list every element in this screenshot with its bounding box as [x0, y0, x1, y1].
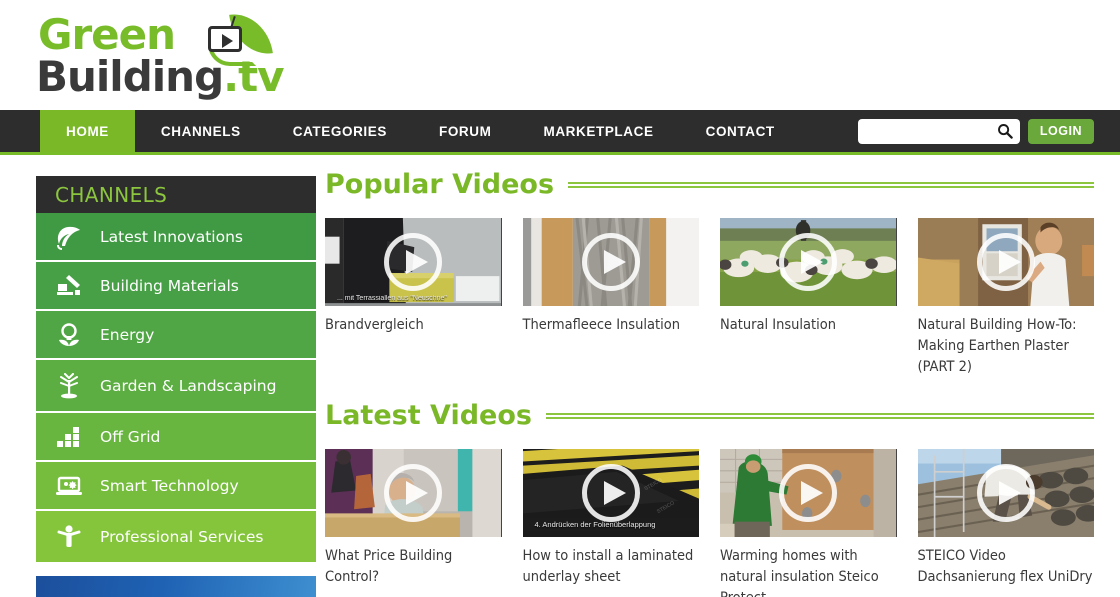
sidebar-item-garden-landscaping[interactable]: Garden & Landscaping [36, 360, 316, 413]
person-icon [52, 522, 86, 552]
video-thumbnail[interactable]: STEICO STEICO 4. Andrücken der Folienübe… [523, 449, 700, 537]
section-title-popular: Popular Videos [325, 169, 554, 200]
section-spacer [325, 378, 1094, 400]
page-body: CHANNELS Latest Innovations Building Mat… [0, 155, 1120, 597]
sidebar-item-smart-technology[interactable]: Smart Technology [36, 462, 316, 511]
nav-left-spacer [0, 110, 40, 152]
video-title[interactable]: Natural Insulation [720, 315, 897, 336]
play-button-icon[interactable] [779, 464, 837, 522]
sidebar-item-label: Building Materials [100, 277, 239, 295]
nav-item-marketplace[interactable]: MARKETPLACE [517, 110, 679, 152]
video-card[interactable]: ... mit Terrassiallen aus "Neuschne" Bra… [325, 218, 502, 378]
blue-promo-banner[interactable] [36, 576, 316, 597]
sidebar-item-label: Professional Services [100, 528, 263, 546]
video-card[interactable]: STEICO STEICO 4. Andrücken der Folienübe… [523, 449, 700, 597]
section-divider [546, 413, 1094, 419]
sidebar-item-label: Smart Technology [100, 477, 239, 495]
excavator-icon [52, 271, 86, 301]
logo-text-green: Green [38, 14, 175, 56]
play-button-icon[interactable] [384, 464, 442, 522]
site-header: Green Building.tv [0, 0, 1120, 110]
section-title-latest: Latest Videos [325, 400, 532, 431]
video-thumbnail[interactable] [523, 218, 700, 306]
popular-videos-grid: ... mit Terrassiallen aus "Neuschne" Bra… [325, 218, 1094, 378]
section-divider [568, 182, 1094, 188]
nav-item-contact[interactable]: CONTACT [680, 110, 801, 152]
section-header-latest: Latest Videos [325, 400, 1094, 431]
bar-blocks-icon [52, 422, 86, 452]
video-title[interactable]: What Price Building Control? [325, 546, 502, 588]
play-button-icon[interactable] [977, 464, 1035, 522]
video-thumbnail[interactable] [918, 218, 1095, 306]
site-logo[interactable]: Green Building.tv [36, 8, 296, 104]
nav-item-channels[interactable]: CHANNELS [135, 110, 267, 152]
video-thumbnail[interactable] [720, 449, 897, 537]
video-title[interactable]: How to install a laminated underlay shee… [523, 546, 700, 588]
nav-item-categories[interactable]: CATEGORIES [267, 110, 413, 152]
video-card[interactable]: What Price Building Control? [325, 449, 502, 597]
sidebar-item-building-materials[interactable]: Building Materials [36, 262, 316, 311]
play-button-icon[interactable] [582, 233, 640, 291]
play-button-icon[interactable] [779, 233, 837, 291]
logo-building-word: Building [36, 52, 223, 101]
sidebar-item-label: Energy [100, 326, 154, 344]
sprout-icon [52, 371, 86, 401]
sidebar-item-latest-innovations[interactable]: Latest Innovations [36, 213, 316, 262]
video-card[interactable]: Natural Building How-To: Making Earthen … [918, 218, 1095, 378]
main-navigation: HOME CHANNELS CATEGORIES FORUM MARKETPLA… [0, 110, 1120, 155]
nav-item-home[interactable]: HOME [40, 110, 135, 152]
sidebar-item-label: Off Grid [100, 428, 160, 446]
video-card[interactable]: Natural Insulation [720, 218, 897, 378]
lightbulb-leaf-icon [52, 320, 86, 350]
video-card[interactable]: Thermafleece Insulation [523, 218, 700, 378]
video-title[interactable]: Brandvergleich [325, 315, 502, 336]
sidebar-item-label: Garden & Landscaping [100, 377, 276, 395]
video-title[interactable]: STEICO Video Dachsanierung flex UniDry [918, 546, 1095, 588]
video-title[interactable]: Warming homes with natural insulation St… [720, 546, 897, 597]
sidebar-item-professional-services[interactable]: Professional Services [36, 511, 316, 562]
video-title[interactable]: Thermafleece Insulation [523, 315, 700, 336]
sidebar-item-label: Latest Innovations [100, 228, 243, 246]
play-button-icon[interactable] [582, 464, 640, 522]
latest-videos-grid: What Price Building Control? [325, 449, 1094, 597]
play-button-icon[interactable] [384, 233, 442, 291]
sidebar-item-off-grid[interactable]: Off Grid [36, 413, 316, 462]
video-thumbnail[interactable] [325, 449, 502, 537]
search-input[interactable] [858, 119, 1020, 144]
logo-tv-play-icon [208, 26, 242, 52]
thumbnail-caption: ... mit Terrassiallen aus "Neuschne" [325, 295, 502, 302]
login-button[interactable]: LOGIN [1028, 119, 1094, 144]
video-thumbnail[interactable]: ... mit Terrassiallen aus "Neuschne" [325, 218, 502, 306]
video-thumbnail[interactable] [918, 449, 1095, 537]
search-box [858, 119, 1020, 144]
sidebar-title: CHANNELS [36, 176, 316, 213]
section-header-popular: Popular Videos [325, 169, 1094, 200]
video-title[interactable]: Natural Building How-To: Making Earthen … [918, 315, 1095, 378]
video-card[interactable]: STEICO Video Dachsanierung flex UniDry [918, 449, 1095, 597]
play-button-icon[interactable] [977, 233, 1035, 291]
sidebar-item-energy[interactable]: Energy [36, 311, 316, 360]
main-content: Popular Videos . [325, 169, 1094, 597]
video-card[interactable]: Warming homes with natural insulation St… [720, 449, 897, 597]
channels-sidebar: CHANNELS Latest Innovations Building Mat… [36, 176, 316, 597]
nav-item-forum[interactable]: FORUM [413, 110, 518, 152]
leaf-head-icon [52, 222, 86, 252]
video-thumbnail[interactable] [720, 218, 897, 306]
nav-right-group: LOGIN [858, 110, 1120, 152]
laptop-gear-icon [52, 471, 86, 501]
